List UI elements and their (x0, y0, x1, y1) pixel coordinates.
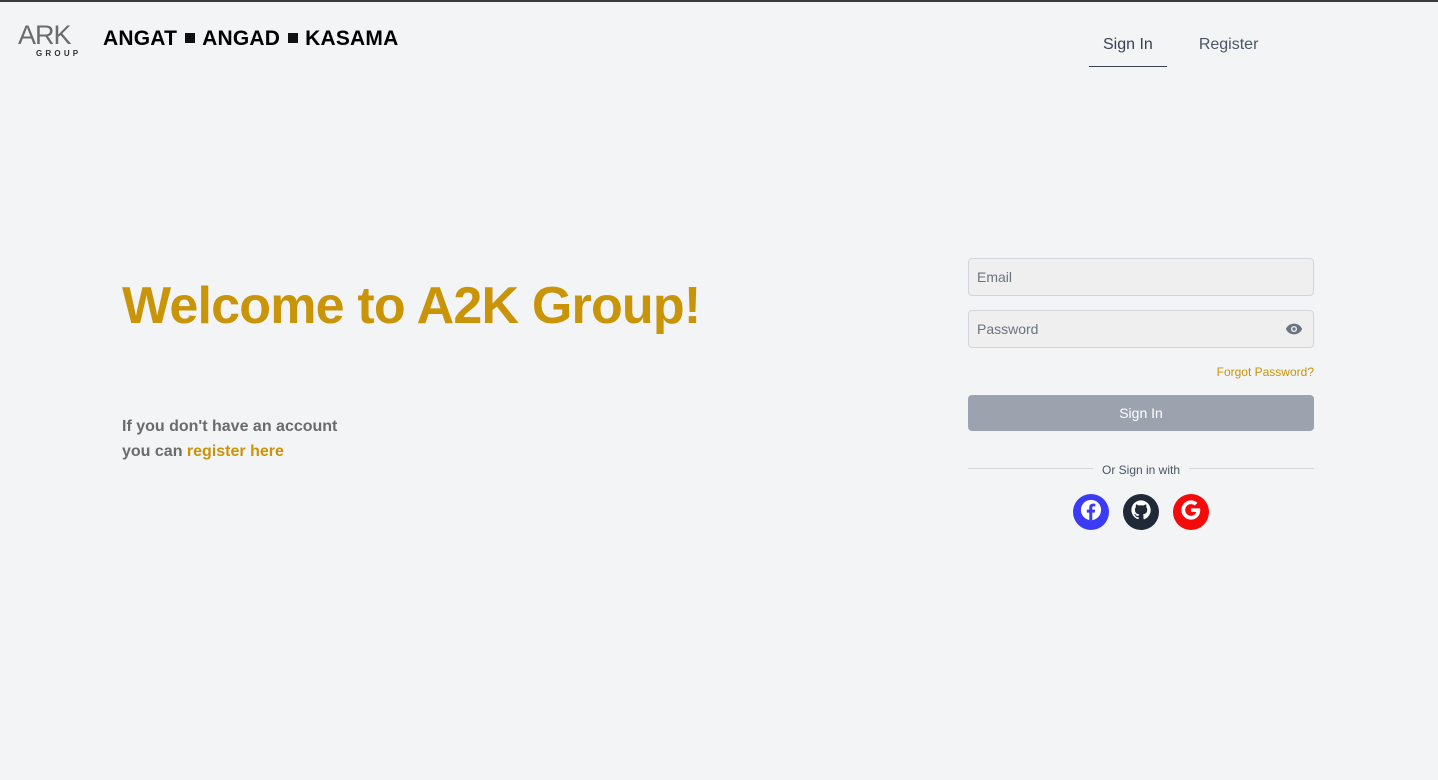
brand-part-angad: ANGAD (202, 27, 281, 50)
forgot-password-link[interactable]: Forgot Password? (968, 365, 1314, 379)
register-here-link[interactable]: register here (187, 443, 284, 460)
square-separator-icon (185, 33, 196, 43)
auth-nav: Sign In Register (1089, 32, 1272, 67)
brand-part-kasama: KASAMA (305, 27, 399, 50)
password-field-wrapper (968, 310, 1314, 348)
social-login-buttons (968, 494, 1314, 530)
sign-in-page: ARK GROUP ANGAT ANGAD KASAMA Sign In Reg… (0, 0, 1438, 780)
account-note-line1: If you don't have an account (122, 418, 338, 435)
ark-group-logo[interactable]: ARK GROUP (18, 20, 86, 60)
tab-register[interactable]: Register (1185, 32, 1273, 67)
brand-tagline: ANGAT ANGAD KASAMA (103, 27, 398, 51)
square-separator-icon (288, 33, 299, 43)
divider-line-left (968, 468, 1093, 469)
google-icon (1180, 499, 1202, 526)
or-sign-in-with-divider: Or Sign in with (968, 461, 1314, 477)
facebook-login-button[interactable] (1073, 494, 1109, 530)
welcome-title: Welcome to A2K Group! (122, 277, 701, 335)
account-note-prefix: you can (122, 443, 183, 460)
brand-part-angat: ANGAT (103, 27, 178, 50)
account-note: If you don't have an account you can reg… (122, 414, 337, 464)
svg-text:GROUP: GROUP (36, 49, 81, 58)
google-login-button[interactable] (1173, 494, 1209, 530)
svg-text:ARK: ARK (18, 20, 72, 50)
github-icon (1130, 499, 1152, 526)
divider-text: Or Sign in with (1101, 463, 1181, 477)
sign-in-button[interactable]: Sign In (968, 395, 1314, 431)
password-field[interactable] (969, 311, 1313, 347)
sign-in-form: Forgot Password? Sign In Or Sign in with (968, 258, 1314, 530)
divider-line-right (1189, 468, 1314, 469)
github-login-button[interactable] (1123, 494, 1159, 530)
tab-sign-in[interactable]: Sign In (1089, 32, 1167, 67)
facebook-icon (1080, 499, 1102, 526)
header: ARK GROUP ANGAT ANGAD KASAMA Sign In Reg… (0, 2, 1438, 72)
email-field[interactable] (969, 259, 1313, 295)
email-field-wrapper (968, 258, 1314, 296)
eye-icon[interactable] (1285, 322, 1303, 336)
account-note-line2: you can register here (122, 439, 337, 464)
